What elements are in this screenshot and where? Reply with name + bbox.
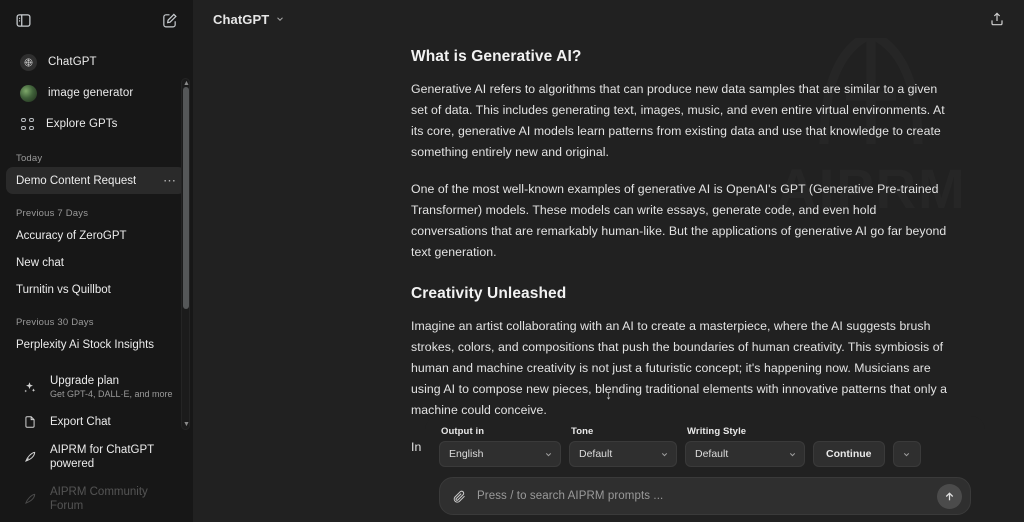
aiprm-for-chatgpt-button[interactable]: AIPRM for ChatGPT powered xyxy=(6,436,187,478)
writing-style-field: Writing Style Default xyxy=(685,426,805,467)
sidebar-item-label: ChatGPT xyxy=(48,56,97,68)
article-paragraph-2: One of the most well-known examples of g… xyxy=(411,179,956,263)
chat-history-item[interactable]: Accuracy of ZeroGPT xyxy=(6,222,185,249)
chatgpt-logo-icon xyxy=(20,54,37,71)
chat-item-label: Perplexity Ai Stock Insights xyxy=(16,339,154,351)
document-export-icon xyxy=(21,415,38,429)
share-upload-icon[interactable] xyxy=(984,6,1010,32)
aiprm-forum-label: AIPRM Community Forum xyxy=(50,485,177,513)
chat-item-label: Turnitin vs Quillbot xyxy=(16,284,111,296)
article-paragraph-3: Imagine an artist collaborating with an … xyxy=(411,316,956,421)
sparkle-icon xyxy=(21,380,38,395)
article-heading-1: What is Generative AI? xyxy=(411,48,956,66)
send-arrow-up-icon[interactable] xyxy=(937,484,962,509)
model-name: ChatGPT xyxy=(213,12,269,27)
tone-field: Tone Default xyxy=(569,426,677,467)
sidebar-item-label: image generator xyxy=(48,87,133,99)
sidebar-item-explore-gpts[interactable]: Explore GPTs xyxy=(6,109,185,139)
image-generator-avatar xyxy=(20,85,37,102)
export-chat-label: Export Chat xyxy=(50,415,111,429)
sidebar-item-image-generator[interactable]: image generator xyxy=(6,78,185,108)
sidebar-group-title: Today xyxy=(0,153,193,164)
model-selector[interactable]: ChatGPT xyxy=(205,8,293,31)
tone-value: Default xyxy=(579,448,612,460)
chat-item-label: Demo Content Request xyxy=(16,175,136,187)
chevron-down-icon xyxy=(544,450,553,459)
prompt-input-placeholder[interactable]: Press / to search AIPRM prompts ... xyxy=(477,490,927,502)
sidebar-scroll-area: ChatGPT image generator Explore GPTs Tod… xyxy=(0,40,193,395)
aiprm-community-forum-button[interactable]: AIPRM Community Forum xyxy=(6,478,187,520)
chevron-down-icon xyxy=(275,14,285,24)
aiprm-label: AIPRM for ChatGPT powered xyxy=(50,443,177,471)
new-chat-pencil-icon[interactable] xyxy=(156,7,182,33)
chatgpt-app-window: ChatGPT image generator Explore GPTs Tod… xyxy=(0,0,1024,522)
sidebar-footer: Upgrade plan Get GPT-4, DALL·E, and more… xyxy=(0,367,193,522)
sidebar-item-label: Explore GPTs xyxy=(46,118,118,130)
message-composer[interactable]: Press / to search AIPRM prompts ... xyxy=(439,477,971,515)
writing-style-value: Default xyxy=(695,448,728,460)
chevron-down-icon xyxy=(902,450,911,459)
chat-item-label: New chat xyxy=(16,257,64,269)
sidebar-item-chatgpt[interactable]: ChatGPT xyxy=(6,47,185,77)
output-language-value: English xyxy=(449,448,483,460)
chat-history-item-demo-content-request[interactable]: Demo Content Request ⋯ xyxy=(6,167,185,194)
chevron-down-icon xyxy=(660,450,669,459)
grid-dots-icon xyxy=(20,117,35,132)
output-in-label: Output in xyxy=(439,426,561,437)
main-area: ChatGPT xyxy=(193,0,1024,522)
sidebar-group-title: Previous 7 Days xyxy=(0,208,193,219)
bottom-panel-wrapper: Output in English Tone Default xyxy=(386,416,1024,522)
chat-history-item[interactable]: Perplexity Ai Stock Insights xyxy=(6,331,185,358)
sidebar-group-title: Previous 30 Days xyxy=(0,317,193,328)
aiprm-toolbar: Output in English Tone Default xyxy=(439,426,971,467)
writing-style-label: Writing Style xyxy=(685,426,805,437)
scroll-to-bottom-icon[interactable]: ↓ xyxy=(605,387,612,402)
continue-label: Continue xyxy=(826,448,872,460)
upgrade-plan-title: Upgrade plan xyxy=(50,374,173,388)
continue-button[interactable]: Continue xyxy=(813,441,885,467)
sidebar-header xyxy=(0,0,193,40)
tone-label: Tone xyxy=(569,426,677,437)
tone-select[interactable]: Default xyxy=(569,441,677,467)
rocket-icon xyxy=(21,492,38,506)
upgrade-plan-button[interactable]: Upgrade plan Get GPT-4, DALL·E, and more xyxy=(6,367,187,408)
article-heading-2: Creativity Unleashed xyxy=(411,285,956,303)
bottom-panel: Output in English Tone Default xyxy=(425,416,985,522)
continue-options-button[interactable] xyxy=(893,441,921,467)
paperclip-icon[interactable] xyxy=(452,489,467,504)
sidebar-scrollbar-thumb[interactable] xyxy=(183,87,189,309)
writing-style-select[interactable]: Default xyxy=(685,441,805,467)
rocket-icon xyxy=(21,450,38,464)
export-chat-button[interactable]: Export Chat xyxy=(6,408,187,436)
article-body: What is Generative AI? Generative AI ref… xyxy=(411,48,956,458)
chat-item-label: Accuracy of ZeroGPT xyxy=(16,230,127,242)
chat-history-item[interactable]: New chat xyxy=(6,249,185,276)
top-bar: ChatGPT xyxy=(193,0,1024,38)
article-paragraph-1: Generative AI refers to algorithms that … xyxy=(411,79,956,163)
upgrade-plan-subtitle: Get GPT-4, DALL·E, and more xyxy=(50,388,173,401)
output-language-select[interactable]: English xyxy=(439,441,561,467)
chat-history-item[interactable]: Turnitin vs Quillbot xyxy=(6,276,185,303)
sidebar-toggle-icon[interactable] xyxy=(10,7,36,33)
output-language-field: Output in English xyxy=(439,426,561,467)
sidebar: ChatGPT image generator Explore GPTs Tod… xyxy=(0,0,193,522)
chat-item-more-icon[interactable]: ⋯ xyxy=(163,177,177,185)
chevron-down-icon xyxy=(788,450,797,459)
